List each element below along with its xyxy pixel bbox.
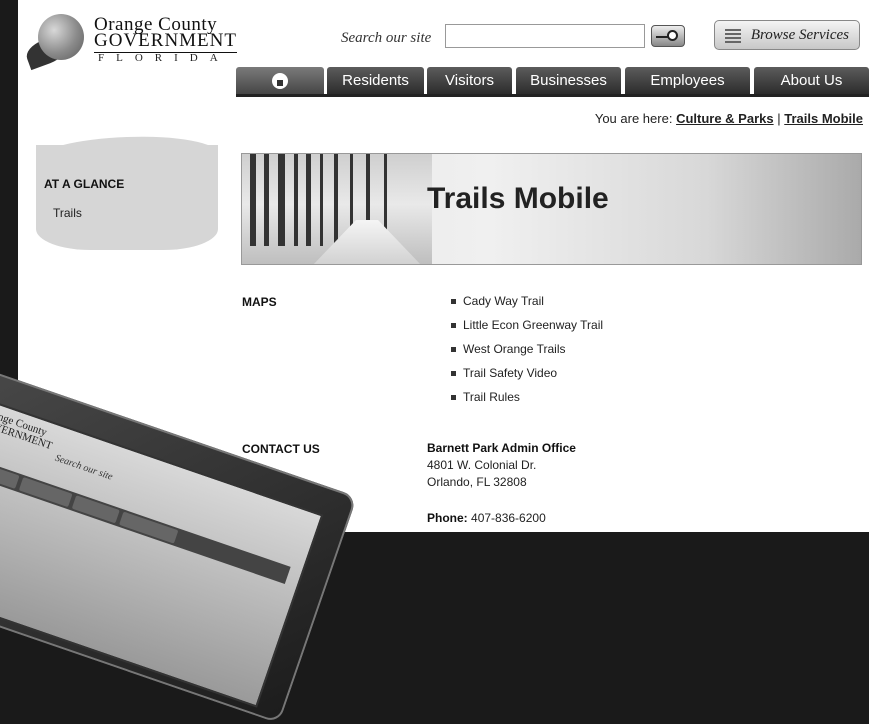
breadcrumb: You are here: Culture & Parks | Trails M…: [595, 111, 863, 126]
logo-line-2: GOVERNMENT: [94, 30, 237, 53]
trail-path: [312, 220, 422, 264]
browse-services-label: Browse Services: [750, 27, 849, 43]
map-link-west-orange[interactable]: West Orange Trails: [451, 341, 603, 365]
breadcrumb-separator: |: [777, 111, 781, 126]
browse-services-button[interactable]: Browse Services: [714, 20, 860, 50]
tablet-tab: [71, 495, 120, 524]
search-button[interactable]: [651, 25, 685, 47]
tablet-tab: [18, 477, 73, 508]
list-icon: [725, 27, 741, 43]
contact-heading: CONTACT US: [242, 442, 320, 456]
main-nav: Residents Visitors Businesses Employees …: [236, 67, 869, 96]
map-link-little-econ[interactable]: Little Econ Greenway Trail: [451, 317, 603, 341]
contact-block: Barnett Park Admin Office 4801 W. Coloni…: [427, 440, 576, 491]
tablet-tab: [0, 462, 20, 489]
tab-residents[interactable]: Residents: [327, 67, 424, 95]
nav-divider: [236, 94, 869, 97]
tablet-nav: [0, 459, 291, 584]
tab-employees[interactable]: Employees: [625, 67, 750, 95]
tab-home[interactable]: [236, 67, 324, 95]
contact-phone: Phone: 407-836-6200: [427, 511, 546, 525]
logo-line-3: FLORIDA: [98, 52, 230, 64]
sidebar-title: AT A GLANCE: [44, 177, 125, 191]
map-link-trail-rules[interactable]: Trail Rules: [451, 389, 603, 413]
search-input[interactable]: [445, 24, 645, 48]
contact-address-1: 4801 W. Colonial Dr.: [427, 458, 537, 472]
orange-icon: [38, 14, 84, 60]
map-link-safety-video[interactable]: Trail Safety Video: [451, 365, 603, 389]
contact-address-2: Orlando, FL 32808: [427, 475, 527, 489]
tab-visitors[interactable]: Visitors: [427, 67, 512, 95]
maps-heading: MAPS: [242, 295, 277, 309]
breadcrumb-prefix: You are here:: [594, 111, 673, 126]
tablet-search-label: Search our site: [53, 452, 115, 483]
page-title: Trails Mobile: [427, 182, 609, 215]
search-label: Search our site: [341, 30, 432, 46]
contact-office-name: Barnett Park Admin Office: [427, 441, 576, 455]
phone-label: Phone:: [427, 511, 468, 525]
tab-businesses[interactable]: Businesses: [516, 67, 621, 95]
tablet-logo: Orange County GOVERNMENT: [0, 405, 57, 452]
tab-about-us[interactable]: About Us: [754, 67, 869, 95]
orange-county-logo[interactable]: Orange County GOVERNMENT FLORIDA: [23, 10, 237, 72]
sidebar-item-trails[interactable]: Trails: [53, 206, 82, 220]
phone-number[interactable]: 407-836-6200: [471, 511, 546, 525]
sidebar-at-a-glance: AT A GLANCE Trails: [36, 145, 218, 250]
tablet-tab: [119, 511, 179, 544]
breadcrumb-trails-mobile[interactable]: Trails Mobile: [784, 111, 863, 126]
map-link-cady-way[interactable]: Cady Way Trail: [451, 293, 603, 317]
trail-photo: [242, 154, 432, 264]
breadcrumb-culture-parks[interactable]: Culture & Parks: [676, 111, 774, 126]
page-banner: Trails Mobile: [241, 153, 862, 265]
search-icon: [667, 30, 678, 41]
maps-list: Cady Way Trail Little Econ Greenway Trai…: [451, 293, 603, 413]
home-icon: [272, 73, 288, 89]
